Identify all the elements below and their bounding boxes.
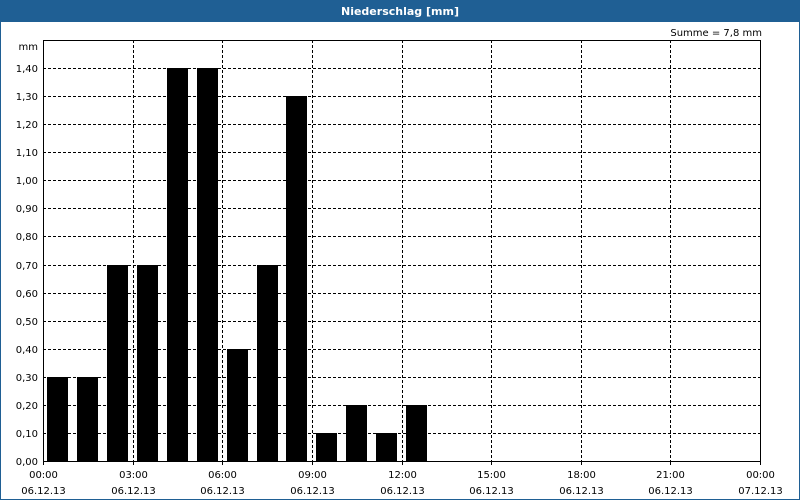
- y-tick-label: 0,10: [16, 429, 38, 440]
- x-tick-date-label: 06.12.13: [559, 486, 604, 497]
- x-tick-time-label: 18:00: [567, 470, 596, 481]
- y-tick-label: 1,40: [16, 64, 38, 75]
- precipitation-bar: [257, 265, 278, 461]
- x-tick-time-label: 21:00: [656, 470, 685, 481]
- precipitation-bar: [376, 433, 397, 461]
- precipitation-bar: [286, 96, 307, 461]
- precipitation-bar: [167, 68, 188, 461]
- sum-annotation: Summe = 7,8 mm: [670, 28, 762, 39]
- x-tick-time-label: 03:00: [119, 470, 148, 481]
- bar-layer: [47, 68, 427, 461]
- y-axis-label: mm: [19, 42, 38, 53]
- precipitation-bar: [316, 433, 337, 461]
- y-tick-label: 0,70: [16, 261, 38, 272]
- x-tick-date-label: 06.12.13: [380, 486, 425, 497]
- x-tick-date-label: 06.12.13: [200, 486, 245, 497]
- precipitation-bar: [406, 405, 427, 461]
- x-tick-time-label: 00:00: [746, 470, 775, 481]
- y-axis: 0,00 0,10 0,20 0,30 0,40 0,50 0,60 0,70 0,80 0,90…: [16, 64, 38, 468]
- x-tick-date-label: 07.12.13: [738, 486, 783, 497]
- precipitation-bar: [346, 405, 367, 461]
- precipitation-bar: [47, 377, 68, 461]
- x-tick-time-label: 09:00: [298, 470, 327, 481]
- x-tick-time-label: 15:00: [477, 470, 506, 481]
- y-tick-label: 0,00: [16, 457, 38, 468]
- x-tick-date-label: 06.12.13: [290, 486, 335, 497]
- precipitation-bar: [107, 265, 128, 461]
- precipitation-bar: [227, 349, 248, 461]
- y-tick-label: 0,20: [16, 401, 38, 412]
- y-tick-label: 0,60: [16, 289, 38, 300]
- y-tick-label: 0,80: [16, 232, 38, 243]
- x-tick-time-label: 06:00: [208, 470, 237, 481]
- x-axis: 00:00 06.12.13 03:00 06.12.13 06:00 06.12.13 0…: [21, 461, 783, 497]
- y-tick-label: 0,50: [16, 317, 38, 328]
- x-tick-time-label: 12:00: [388, 470, 417, 481]
- y-tick-label: 1,20: [16, 120, 38, 131]
- x-tick-date-label: 06.12.13: [648, 486, 693, 497]
- precipitation-bar: [137, 265, 158, 461]
- x-tick-date-label: 06.12.13: [469, 486, 514, 497]
- y-tick-label: 1,30: [16, 92, 38, 103]
- y-tick-label: 0,40: [16, 345, 38, 356]
- precipitation-chart: 0,00 0,10 0,20 0,30 0,40 0,50 0,60 0,70 0,80 0,90…: [16, 28, 783, 497]
- y-tick-label: 0,90: [16, 204, 38, 215]
- y-tick-label: 1,00: [16, 176, 38, 187]
- precipitation-bar: [197, 68, 218, 461]
- x-tick-time-label: 00:00: [29, 470, 58, 481]
- x-tick-date-label: 06.12.13: [21, 486, 66, 497]
- precipitation-bar: [77, 377, 98, 461]
- x-tick-date-label: 06.12.13: [111, 486, 156, 497]
- y-tick-label: 0,30: [16, 373, 38, 384]
- y-tick-label: 1,10: [16, 148, 38, 159]
